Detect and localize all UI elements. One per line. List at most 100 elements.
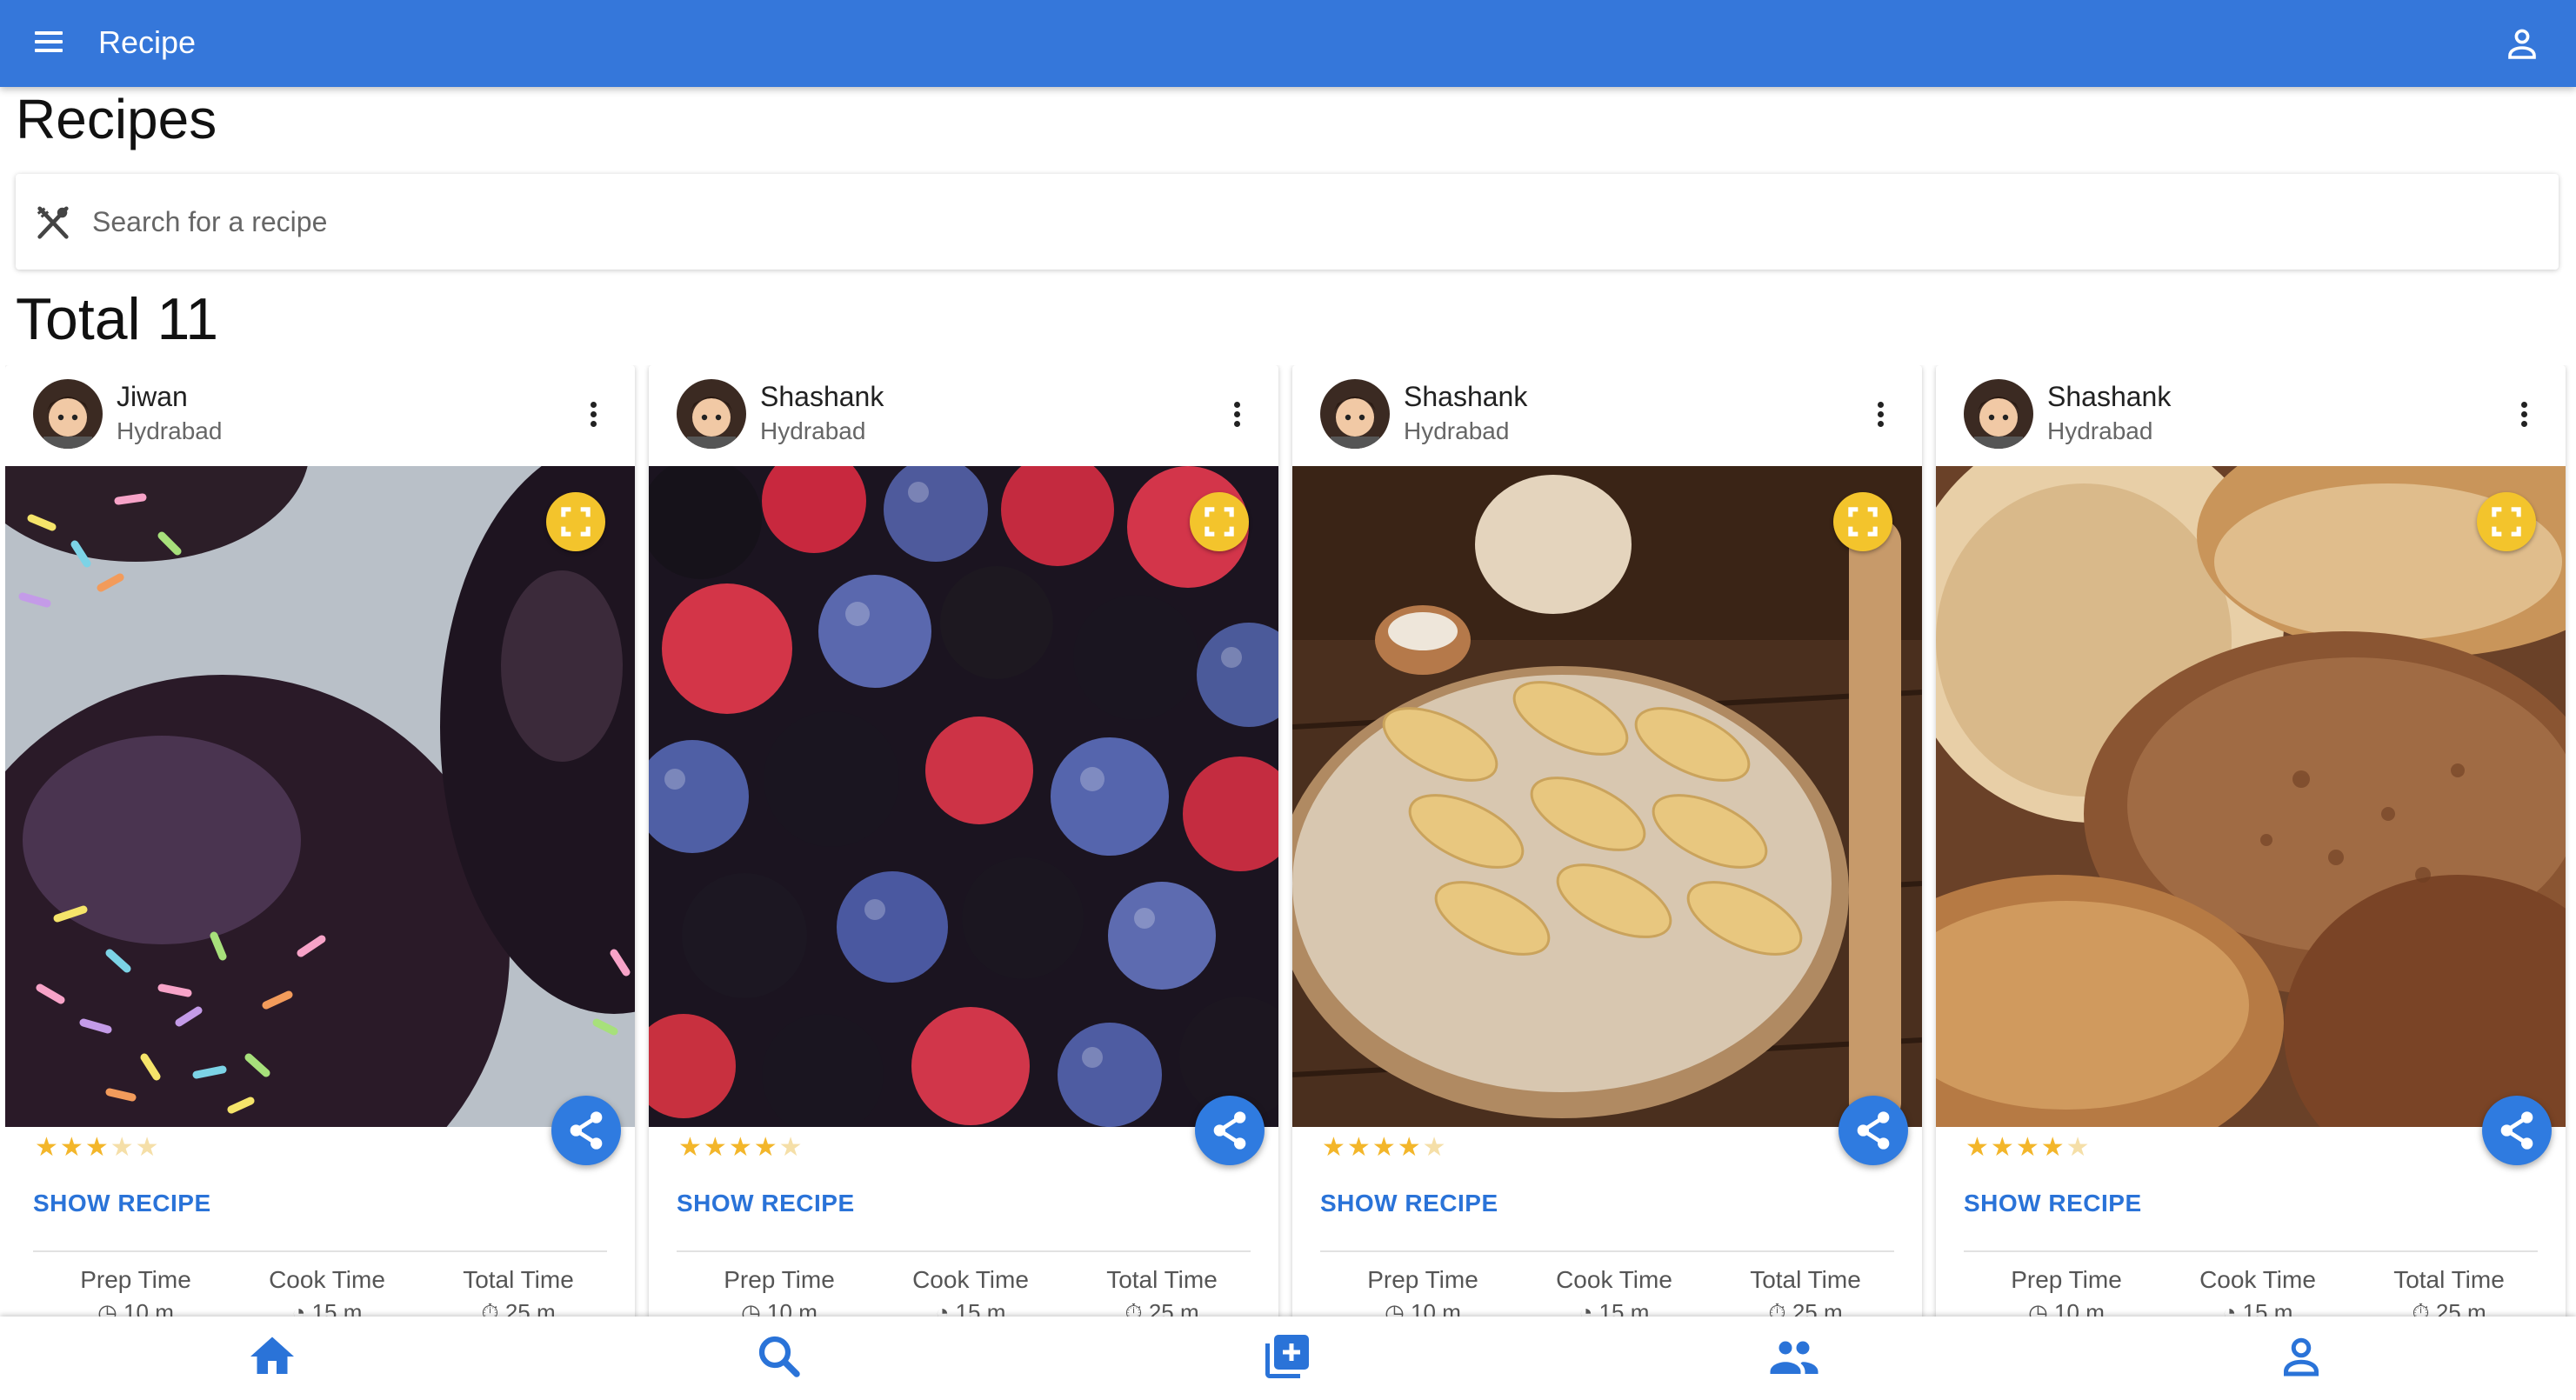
time-info: Prep Time ◷ 10 m Cook Time ◔ 15 m Total … <box>649 1266 1278 1322</box>
recipe-card: Jiwan Hydrabad ★★★★★ SHOW RECIPE Prep Ti… <box>5 365 635 1322</box>
card-header: Shashank Hydrabad <box>1292 365 1922 466</box>
star-icon: ★ <box>778 1133 803 1162</box>
author-location: Hydrabad <box>1404 417 1510 444</box>
total-time: Total Time ⏱ 25 m <box>1710 1266 1901 1322</box>
author-name: Shashank <box>760 381 884 412</box>
show-recipe-button[interactable]: SHOW RECIPE <box>33 1190 211 1217</box>
more-options-icon[interactable] <box>586 400 600 435</box>
author-location: Hydrabad <box>760 417 866 444</box>
search-icon[interactable] <box>753 1330 805 1383</box>
total-time-label: Total Time <box>1750 1266 1861 1293</box>
total-count: Total 11 <box>16 286 219 352</box>
prep-time-label: Prep Time <box>724 1266 835 1293</box>
people-icon[interactable] <box>1768 1330 1820 1383</box>
card-header: Jiwan Hydrabad <box>5 365 635 466</box>
divider <box>677 1250 1251 1252</box>
star-icon: ★ <box>135 1133 159 1162</box>
star-icon: ★ <box>753 1133 777 1162</box>
time-info: Prep Time ◷ 10 m Cook Time ◔ 15 m Total … <box>1936 1266 2566 1322</box>
page-title: Recipes <box>16 88 217 150</box>
show-recipe-button[interactable]: SHOW RECIPE <box>1964 1190 2142 1217</box>
rating-stars: ★★★★★ <box>1965 1134 2092 1162</box>
recipe-card: Shashank Hydrabad ★★★★★ SHOW RECIPE Prep… <box>1292 365 1922 1322</box>
divider <box>1964 1250 2538 1252</box>
avatar <box>677 379 746 449</box>
total-time-label: Total Time <box>2393 1266 2505 1293</box>
card-header: Shashank Hydrabad <box>649 365 1278 466</box>
divider <box>33 1250 607 1252</box>
rating-stars: ★★★★★ <box>1322 1134 1448 1162</box>
recipe-card: Shashank Hydrabad ★★★★★ SHOW RECIPE Prep… <box>649 365 1278 1322</box>
star-icon: ★ <box>1990 1133 2014 1162</box>
author-name: Shashank <box>1404 381 1528 412</box>
recipe-image-berries[interactable] <box>649 466 1278 1127</box>
more-options-icon[interactable] <box>1873 400 1887 435</box>
star-icon: ★ <box>84 1133 109 1162</box>
show-recipe-button[interactable]: SHOW RECIPE <box>677 1190 855 1217</box>
expand-image-button[interactable] <box>1833 492 1892 551</box>
search-input[interactable] <box>92 196 2527 248</box>
star-icon: ★ <box>110 1133 134 1162</box>
utensils-icon <box>33 203 73 243</box>
divider <box>1320 1250 1894 1252</box>
avatar <box>1320 379 1390 449</box>
star-icon: ★ <box>2065 1133 2090 1162</box>
recipe-grid: Jiwan Hydrabad ★★★★★ SHOW RECIPE Prep Ti… <box>5 365 2576 1322</box>
share-button[interactable] <box>1195 1096 1265 1165</box>
star-icon: ★ <box>35 1133 58 1162</box>
star-icon: ★ <box>1397 1133 1421 1162</box>
star-icon: ★ <box>1371 1133 1396 1162</box>
star-icon: ★ <box>1322 1133 1345 1162</box>
star-icon: ★ <box>1422 1133 1446 1162</box>
expand-image-button[interactable] <box>2477 492 2536 551</box>
share-button[interactable] <box>551 1096 621 1165</box>
expand-image-button[interactable] <box>546 492 605 551</box>
menu-icon[interactable] <box>30 26 68 61</box>
time-info: Prep Time ◷ 10 m Cook Time ◔ 15 m Total … <box>1292 1266 1922 1322</box>
total-time-label: Total Time <box>463 1266 574 1293</box>
show-recipe-button[interactable]: SHOW RECIPE <box>1320 1190 1498 1217</box>
profile-icon[interactable] <box>2275 1330 2327 1383</box>
recipe-image-dumplings[interactable] <box>1292 466 1922 1127</box>
prep-time: Prep Time ◷ 10 m <box>1327 1266 1518 1322</box>
share-button[interactable] <box>1839 1096 1908 1165</box>
bottom-navigation <box>0 1317 2576 1400</box>
author-location: Hydrabad <box>117 417 223 444</box>
expand-image-button[interactable] <box>1190 492 1249 551</box>
star-icon: ★ <box>703 1133 727 1162</box>
cook-time-label: Cook Time <box>912 1266 1029 1293</box>
total-time: Total Time ⏱ 25 m <box>2353 1266 2545 1322</box>
rating-stars: ★★★★★ <box>35 1134 161 1162</box>
time-info: Prep Time ◷ 10 m Cook Time ◔ 15 m Total … <box>5 1266 635 1322</box>
author-location: Hydrabad <box>2047 417 2153 444</box>
more-options-icon[interactable] <box>2517 400 2531 435</box>
total-time: Total Time ⏱ 25 m <box>423 1266 614 1322</box>
total-time-label: Total Time <box>1106 1266 1218 1293</box>
prep-time: Prep Time ◷ 10 m <box>1971 1266 2162 1322</box>
star-icon: ★ <box>2040 1133 2065 1162</box>
recipe-image-bread[interactable] <box>1936 466 2566 1127</box>
rating-stars: ★★★★★ <box>678 1134 804 1162</box>
account-icon[interactable] <box>2501 23 2543 64</box>
total-time: Total Time ⏱ 25 m <box>1066 1266 1258 1322</box>
app-bar: Recipe <box>0 0 2576 87</box>
cook-time-label: Cook Time <box>1556 1266 1672 1293</box>
star-icon: ★ <box>728 1133 752 1162</box>
search-bar <box>16 174 2559 270</box>
cook-time: Cook Time ◔ 15 m <box>2162 1266 2353 1322</box>
add-recipe-icon[interactable] <box>1261 1330 1313 1383</box>
prep-time-label: Prep Time <box>2011 1266 2122 1293</box>
cook-time: Cook Time ◔ 15 m <box>1518 1266 1710 1322</box>
home-icon[interactable] <box>246 1330 298 1383</box>
recipe-card: Shashank Hydrabad ★★★★★ SHOW RECIPE Prep… <box>1936 365 2566 1322</box>
share-button[interactable] <box>2482 1096 2552 1165</box>
author-name: Shashank <box>2047 381 2172 412</box>
cook-time-label: Cook Time <box>2199 1266 2316 1293</box>
star-icon: ★ <box>1346 1133 1371 1162</box>
author-name: Jiwan <box>117 381 188 412</box>
prep-time-label: Prep Time <box>80 1266 191 1293</box>
cook-time-label: Cook Time <box>269 1266 385 1293</box>
avatar <box>1964 379 2033 449</box>
recipe-image-donuts[interactable] <box>5 466 635 1127</box>
more-options-icon[interactable] <box>1230 400 1244 435</box>
